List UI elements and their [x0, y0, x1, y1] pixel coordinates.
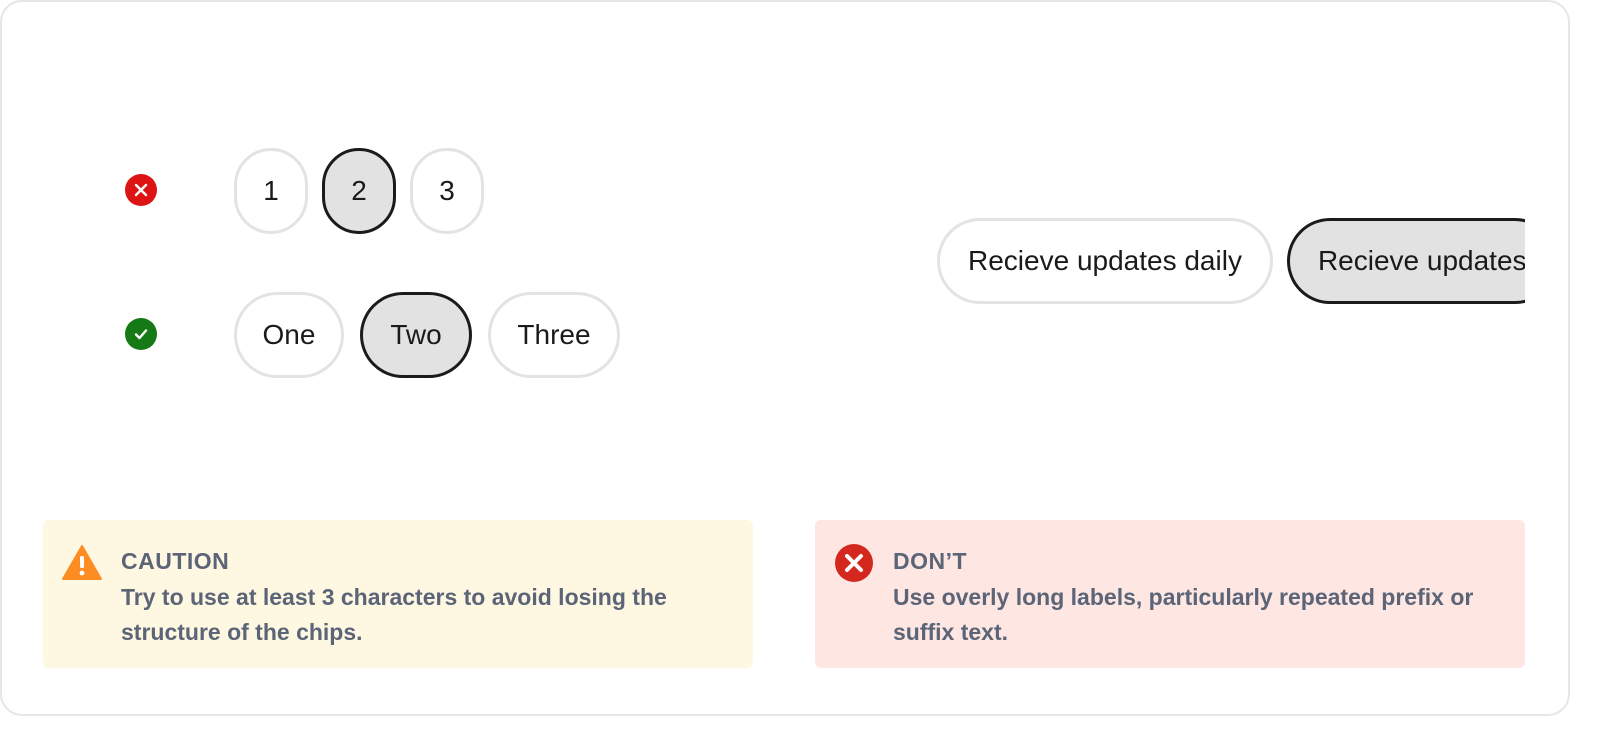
caution-title: CAUTION: [121, 548, 230, 574]
chip-3[interactable]: 3: [410, 148, 484, 234]
chip-one[interactable]: One: [234, 292, 344, 378]
chip-2-selected[interactable]: 2: [322, 148, 396, 234]
short-label-chip-group: 1 2 3: [234, 148, 484, 234]
warning-triangle-icon: [62, 545, 102, 580]
caution-body: Try to use at least 3 characters to avoi…: [121, 584, 667, 645]
guideline-card: 1 2 3 One Two Three Recieve updates dail…: [0, 0, 1570, 716]
chip-1[interactable]: 1: [234, 148, 308, 234]
dont-title: DON’T: [893, 548, 968, 574]
long-label-chip-group: Recieve updates daily Recieve updates: [937, 218, 1525, 304]
chip-two-selected[interactable]: Two: [360, 292, 472, 378]
error-icon: [125, 174, 157, 206]
caution-note: CAUTION Try to use at least 3 characters…: [43, 520, 753, 668]
chip-recieve-updates-daily[interactable]: Recieve updates daily: [937, 218, 1273, 304]
dont-body: Use overly long labels, particularly rep…: [893, 584, 1474, 645]
chip-three[interactable]: Three: [488, 292, 620, 378]
chip-recieve-updates-selected[interactable]: Recieve updates: [1286, 218, 1525, 304]
word-label-chip-group: One Two Three: [234, 292, 620, 378]
error-circle-icon: [835, 544, 873, 582]
check-icon: [125, 318, 157, 350]
dont-note: DON’T Use overly long labels, particular…: [815, 520, 1525, 668]
